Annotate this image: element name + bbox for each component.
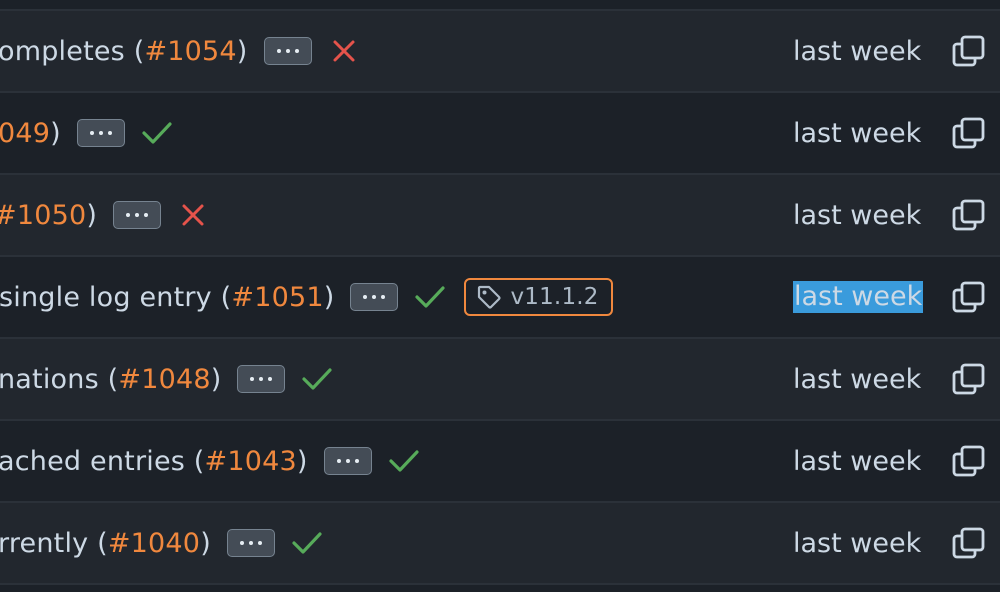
copy-icon[interactable] bbox=[950, 115, 986, 151]
status-success-icon[interactable] bbox=[141, 117, 173, 149]
release-tag[interactable]: v11.1.2 bbox=[464, 278, 613, 316]
expand-message-button[interactable] bbox=[76, 119, 125, 147]
commit-message[interactable]: #1050) bbox=[0, 175, 209, 255]
commit-message-text[interactable]: ompletes ( bbox=[0, 36, 144, 67]
commit-date: last week bbox=[793, 199, 922, 231]
commit-message[interactable]: ompletes (#1054) bbox=[0, 11, 360, 91]
commit-message-suffix: ) bbox=[296, 445, 308, 477]
commit-message-suffix: ) bbox=[86, 199, 98, 231]
commit-row: rrently (#1040) last week bbox=[0, 503, 1000, 585]
commit-message[interactable]: ached entries (#1043) bbox=[0, 421, 420, 501]
commit-date: last week bbox=[793, 117, 922, 149]
pr-link[interactable]: #1043 bbox=[205, 446, 297, 477]
commit-message-suffix: ) bbox=[323, 281, 335, 313]
list-top-edge bbox=[0, 0, 1000, 11]
pr-link[interactable]: #1054 bbox=[144, 36, 236, 67]
status-success-icon[interactable] bbox=[414, 281, 446, 313]
status-success-icon[interactable] bbox=[301, 363, 333, 395]
commit-date: last week bbox=[793, 527, 922, 559]
status-fail-icon[interactable] bbox=[177, 199, 209, 231]
commit-row: single log entry (#1051) v11.1.2 last we… bbox=[0, 257, 1000, 339]
release-tag-label: v11.1.2 bbox=[510, 284, 599, 310]
copy-icon[interactable] bbox=[950, 279, 986, 315]
commit-message-suffix: ) bbox=[210, 363, 222, 395]
copy-icon[interactable] bbox=[950, 443, 986, 479]
expand-message-button[interactable] bbox=[263, 37, 312, 65]
commit-message-suffix: ) bbox=[236, 35, 248, 67]
commit-list: ompletes (#1054) last week 049) last wee… bbox=[0, 0, 1000, 592]
pr-link[interactable]: #1048 bbox=[118, 364, 210, 395]
commit-message[interactable]: rrently (#1040) bbox=[0, 503, 323, 583]
status-success-icon[interactable] bbox=[388, 445, 420, 477]
commit-message[interactable]: single log entry (#1051) v11.1.2 bbox=[0, 257, 613, 337]
copy-icon[interactable] bbox=[950, 197, 986, 233]
commit-message[interactable]: 049) bbox=[0, 93, 173, 173]
commit-message[interactable]: nations (#1048) bbox=[0, 339, 333, 419]
status-fail-icon[interactable] bbox=[328, 35, 360, 67]
copy-icon[interactable] bbox=[950, 361, 986, 397]
commit-row: nations (#1048) last week bbox=[0, 339, 1000, 421]
expand-message-button[interactable] bbox=[350, 283, 399, 311]
expand-message-button[interactable] bbox=[113, 201, 162, 229]
commit-date: last week bbox=[793, 363, 922, 395]
copy-icon[interactable] bbox=[950, 33, 986, 69]
commit-message-text[interactable]: nations ( bbox=[0, 364, 118, 395]
pr-link[interactable]: #1051 bbox=[231, 282, 323, 313]
commit-row: ompletes (#1054) last week bbox=[0, 11, 1000, 93]
copy-icon[interactable] bbox=[950, 525, 986, 561]
commit-row: ached entries (#1043) last week bbox=[0, 421, 1000, 503]
commit-message-text[interactable]: single log entry ( bbox=[0, 282, 231, 313]
commit-date: last week bbox=[793, 35, 922, 67]
commit-row: #1050) last week bbox=[0, 175, 1000, 257]
expand-message-button[interactable] bbox=[226, 529, 275, 557]
pr-link[interactable]: 049 bbox=[0, 118, 50, 149]
pr-link[interactable]: #1040 bbox=[108, 528, 200, 559]
commit-date: last week bbox=[793, 445, 922, 477]
pr-link[interactable]: #1050 bbox=[0, 200, 86, 231]
expand-message-button[interactable] bbox=[237, 365, 286, 393]
expand-message-button[interactable] bbox=[323, 447, 372, 475]
commit-message-suffix: ) bbox=[200, 527, 211, 559]
tag-icon bbox=[478, 285, 501, 309]
commit-message-suffix: ) bbox=[50, 117, 61, 149]
commit-message-text[interactable]: rrently ( bbox=[0, 528, 108, 559]
status-success-icon[interactable] bbox=[291, 527, 323, 559]
commit-message-text[interactable]: ached entries ( bbox=[0, 446, 205, 477]
commit-date: last week bbox=[793, 281, 924, 313]
commit-row: 049) last week bbox=[0, 93, 1000, 175]
